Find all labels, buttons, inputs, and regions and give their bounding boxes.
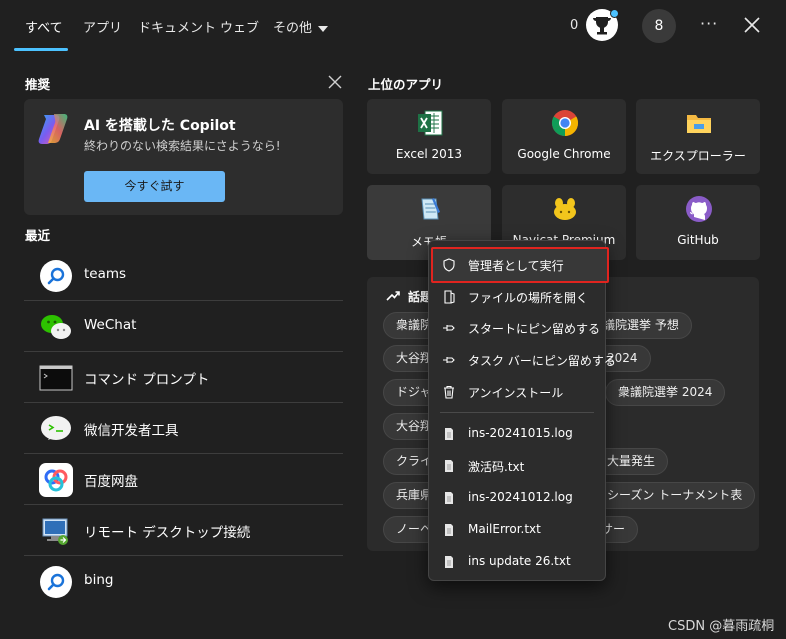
menu-item-recent-file[interactable]: ins-20241012.log (428, 483, 606, 513)
tab-web[interactable]: ウェブ (220, 17, 259, 36)
file-icon (442, 459, 456, 473)
pin-icon (442, 321, 456, 335)
file-icon (442, 427, 456, 441)
app-tile-chrome[interactable]: Google Chrome (502, 99, 626, 174)
open-folder-icon (442, 290, 456, 304)
notepad-icon (416, 195, 444, 223)
folder-icon (685, 109, 713, 137)
menu-separator (440, 412, 594, 413)
copilot-icon (36, 111, 72, 147)
list-item[interactable]: リモート デスクトップ接続 (24, 505, 343, 556)
app-tile-label: GitHub (677, 233, 719, 247)
close-icon[interactable] (741, 14, 763, 36)
list-item-label: 微信开发者工具 (84, 423, 179, 439)
copilot-subtitle: 終わりのない検索結果にさようなら! (84, 139, 281, 153)
menu-item-recent-file[interactable]: ins-20241015.log (428, 419, 606, 449)
menu-item-label: ins-20241015.log (468, 426, 573, 440)
list-item-label: bing (84, 572, 114, 588)
shield-icon (442, 258, 456, 272)
app-tile-excel[interactable]: Excel 2013 (367, 99, 491, 174)
menu-item-run-as-admin[interactable]: 管理者として実行 (428, 250, 606, 280)
copilot-title: AI を搭載した Copilot (84, 118, 236, 134)
trending-chip[interactable]: シーズン トーナメント表 (594, 482, 756, 509)
list-item[interactable]: teams (24, 250, 343, 301)
menu-item-pin-taskbar[interactable]: タスク バーにピン留めする (428, 345, 616, 375)
list-item[interactable]: 百度网盘 (24, 454, 343, 505)
menu-item-recent-file[interactable]: MailError.txt (428, 515, 606, 545)
tab-documents[interactable]: ドキュメント (138, 17, 216, 36)
baidu-netdisk-icon (39, 463, 73, 497)
chevron-down-icon (318, 25, 329, 32)
trending-chip[interactable]: 衆議院選挙 2024 (605, 379, 726, 406)
menu-item-label: アンインストール (468, 386, 564, 400)
menu-item-pin-start[interactable]: スタートにピン留めする (428, 313, 606, 343)
dismiss-recommended-icon[interactable] (326, 73, 344, 91)
menu-item-recent-file[interactable]: ins update 26.txt (428, 547, 606, 577)
menu-item-label: MailError.txt (468, 522, 541, 536)
list-item[interactable]: bing (24, 556, 343, 607)
menu-item-label: 管理者として実行 (468, 259, 564, 273)
app-tile-explorer[interactable]: エクスプローラー (636, 99, 760, 174)
tab-more[interactable]: その他 (273, 17, 329, 36)
terminal-icon (39, 361, 73, 395)
remote-desktop-icon (39, 514, 73, 548)
search-icon (39, 259, 73, 293)
top-bar: すべて アプリ ドキュメント ウェブ その他 0 8 ··· (0, 0, 786, 52)
menu-item-label: スタートにピン留めする (468, 322, 601, 336)
list-item[interactable]: 微信开发者工具 (24, 403, 343, 454)
app-tile-label: エクスプローラー (650, 149, 746, 163)
excel-icon (416, 109, 444, 137)
tab-apps[interactable]: アプリ (83, 17, 122, 36)
app-tile-github[interactable]: GitHub (636, 185, 760, 260)
list-item-label: 百度网盘 (84, 474, 138, 490)
list-item-label: teams (84, 266, 127, 282)
menu-item-recent-file[interactable]: 激活码.txt (428, 451, 606, 481)
pin-icon (442, 353, 456, 367)
menu-item-label: ins-20241012.log (468, 490, 573, 504)
recommended-title: 推奨 (25, 77, 51, 92)
menu-item-label: 激活码.txt (468, 460, 525, 474)
tab-more-label: その他 (273, 21, 313, 36)
try-now-button[interactable]: 今すぐ試す (84, 171, 225, 202)
more-options-icon[interactable]: ··· (700, 14, 718, 33)
github-icon (685, 195, 713, 223)
tab-all[interactable]: すべて (25, 17, 63, 36)
notification-dot (610, 9, 619, 18)
app-tile-label: Google Chrome (517, 147, 611, 161)
file-icon (442, 491, 456, 505)
menu-item-open-location[interactable]: ファイルの場所を開く (428, 282, 606, 312)
menu-item-label: ファイルの場所を開く (468, 291, 589, 305)
list-item[interactable]: コマンド プロンプト (24, 352, 343, 403)
list-item-label: コマンド プロンプト (84, 372, 210, 388)
dev-tools-icon (39, 412, 73, 446)
search-icon (39, 565, 73, 599)
app-tile-label: Excel 2013 (395, 147, 463, 161)
rewards-points: 0 (570, 18, 579, 33)
list-item-label: リモート デスクトップ接続 (84, 525, 251, 541)
list-item-label: WeChat (84, 317, 137, 333)
recent-list: teams WeChat コマンド プロンプト 微信开发者工具 百度网盘 リモー… (24, 250, 343, 607)
watermark: CSDN @暮雨疏桐 (668, 619, 775, 634)
top-apps-title: 上位のアプリ (368, 77, 444, 92)
active-tab-indicator (14, 48, 68, 51)
wechat-icon (39, 310, 73, 344)
menu-item-label: ins update 26.txt (468, 554, 571, 568)
recent-title: 最近 (25, 228, 51, 243)
menu-item-label: タスク バーにピン留めする (468, 354, 616, 368)
copilot-card: AI を搭載した Copilot 終わりのない検索結果にさようなら! 今すぐ試す (24, 99, 343, 215)
file-icon (442, 523, 456, 537)
navicat-icon (551, 195, 579, 223)
file-icon (442, 555, 456, 569)
chrome-icon (551, 109, 579, 137)
trash-icon (442, 385, 456, 399)
avatar[interactable]: 8 (642, 9, 676, 43)
list-item[interactable]: WeChat (24, 301, 343, 352)
menu-item-uninstall[interactable]: アンインストール (428, 377, 606, 407)
trending-icon (386, 289, 400, 301)
